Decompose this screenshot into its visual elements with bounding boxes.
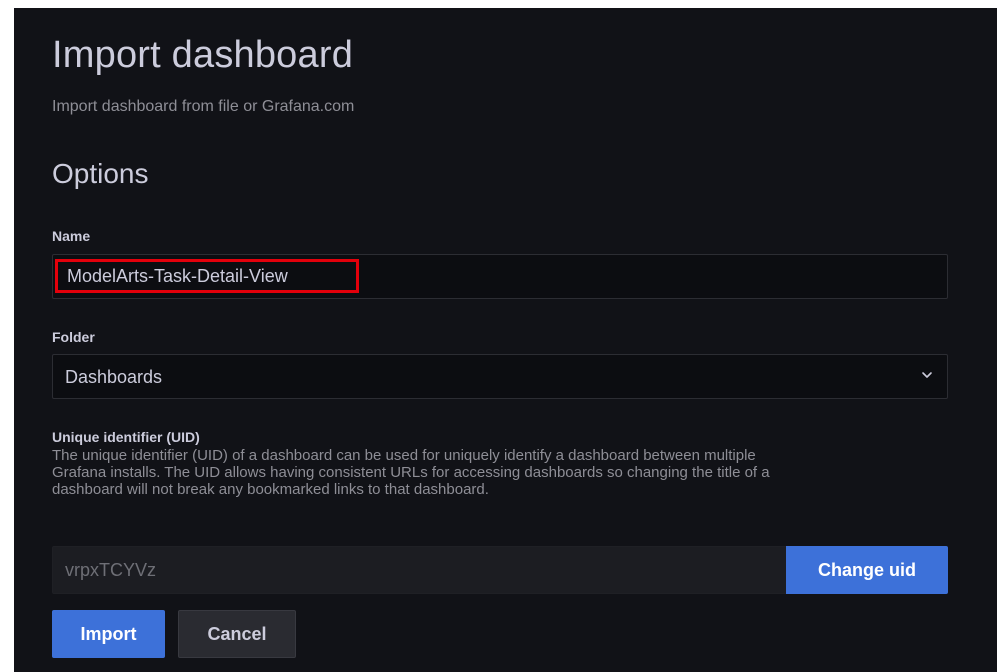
uid-label: Unique identifier (UID) <box>52 429 200 445</box>
name-input[interactable] <box>53 255 947 298</box>
name-label: Name <box>52 228 91 244</box>
folder-label: Folder <box>52 329 95 345</box>
uid-value: vrpxTCYVz <box>65 560 157 580</box>
folder-select[interactable]: Dashboards <box>52 354 948 399</box>
folder-selected-value: Dashboards <box>65 367 163 387</box>
uid-description: The unique identifier (UID) of a dashboa… <box>52 447 770 498</box>
page-title: Import dashboard <box>52 34 354 76</box>
import-dashboard-panel: Import dashboard Import dashboard from f… <box>14 8 997 672</box>
page-subtitle: Import dashboard from file or Grafana.co… <box>52 98 355 115</box>
options-heading: Options <box>52 158 149 189</box>
chevron-down-icon <box>922 372 932 378</box>
name-field-container <box>52 254 948 299</box>
uid-input: vrpxTCYVz <box>52 546 787 594</box>
uid-row: vrpxTCYVz Change uid <box>52 546 948 594</box>
change-uid-button[interactable]: Change uid <box>786 546 948 594</box>
cancel-button[interactable]: Cancel <box>178 610 296 658</box>
import-button[interactable]: Import <box>52 610 165 658</box>
